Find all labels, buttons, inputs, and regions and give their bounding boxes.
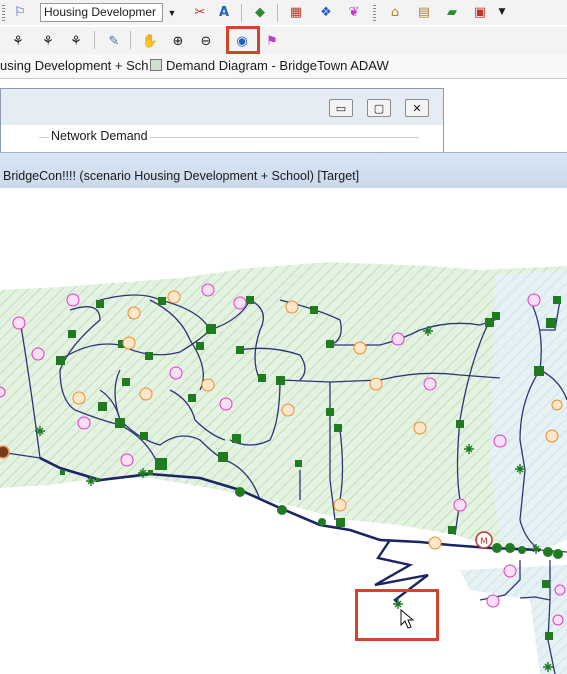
diagram-title-text: BridgeCon!!!! (scenario Housing Developm…: [3, 169, 360, 183]
network-icon[interactable]: ⚘: [8, 31, 28, 51]
chevron-down-icon[interactable]: ▼: [165, 4, 179, 22]
toolbar-bottom: ⚘ ⚘ ⚘ ✎ ✋ ⊕ ⊖ ◉ ⚑: [0, 27, 567, 54]
demand-icon[interactable]: ❦: [344, 2, 364, 22]
layer-icon[interactable]: ◆: [250, 2, 270, 22]
pipe-red-icon[interactable]: ✂: [190, 2, 210, 22]
reservoir-node: [0, 445, 10, 459]
annotation-a-icon[interactable]: A: [214, 2, 234, 22]
folder-icon[interactable]: ▤: [414, 2, 434, 22]
network-demand-dialog: ▭ ▢ ✕ Network Demand: [0, 88, 444, 158]
grid-icon[interactable]: ▦: [286, 2, 306, 22]
pan-hand-icon[interactable]: ✋: [140, 31, 160, 51]
diagram-titlebar[interactable]: BridgeCon!!!! (scenario Housing Developm…: [0, 152, 567, 188]
highlight-flag-icon[interactable]: ⚑: [262, 31, 282, 51]
wrench-icon[interactable]: ✎: [104, 31, 124, 51]
close-button[interactable]: ✕: [405, 99, 429, 117]
zoom-out-icon[interactable]: ⊖: [196, 31, 216, 51]
zoom-in-icon[interactable]: ⊕: [168, 31, 188, 51]
network-canvas[interactable]: M: [0, 187, 567, 674]
tab-scenario[interactable]: using Development + Sch: [0, 58, 149, 73]
bookmark-icon[interactable]: ▰: [442, 2, 462, 22]
document-tabs: using Development + Sch Demand Diagram -…: [0, 54, 567, 79]
svg-text:M: M: [480, 537, 488, 547]
network-navigate-icon[interactable]: ⚘: [38, 31, 58, 51]
dialog-titlebar[interactable]: ▭ ▢ ✕: [1, 89, 443, 125]
toolbar-top: ⚐ Housing Developmer ▼ ✂ A ◆ ▦ ❖ ❦ ⌂ ▤ ▰…: [0, 0, 567, 25]
minimize-button[interactable]: ▭: [329, 99, 353, 117]
highlight-box-cursor: [355, 589, 439, 641]
zone-area-right: [490, 270, 567, 552]
table-icon[interactable]: ▣: [470, 2, 490, 22]
tab-demand-diagram[interactable]: Demand Diagram - BridgeTown ADAW: [166, 58, 389, 73]
chevron-down-icon[interactable]: ▼: [492, 2, 512, 22]
highlight-box-tool: [226, 26, 260, 54]
color-code-icon[interactable]: ❖: [316, 2, 336, 22]
toolbar-grip[interactable]: [2, 5, 5, 21]
zone-area-south: [460, 565, 567, 674]
house-icon[interactable]: ⌂: [385, 2, 405, 22]
scenario-tree-icon[interactable]: ⚐: [10, 2, 30, 22]
group-label: Network Demand: [49, 129, 150, 143]
network-trace-icon[interactable]: ⚘: [66, 31, 86, 51]
zone-area: [0, 262, 567, 548]
restore-button[interactable]: ▢: [367, 99, 391, 117]
scenario-select[interactable]: Housing Developmer: [40, 3, 163, 22]
diagram-icon: [150, 59, 162, 71]
